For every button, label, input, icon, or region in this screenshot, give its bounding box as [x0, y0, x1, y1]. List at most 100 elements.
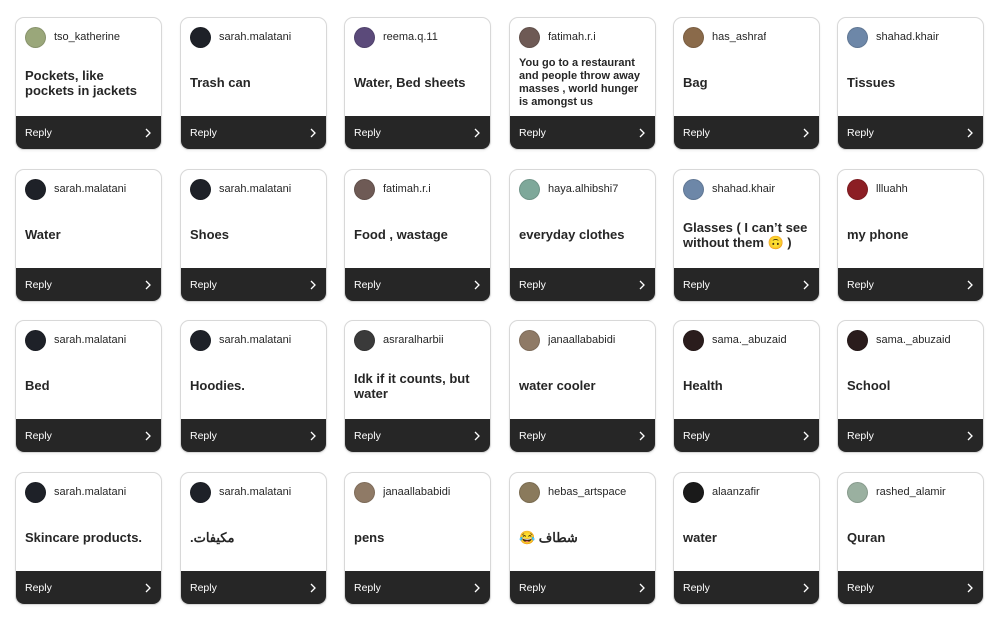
username[interactable]: janaallababidi [548, 334, 615, 346]
reply-button[interactable]: Reply [674, 268, 819, 301]
response-card: reema.q.11 Water, Bed sheets Reply [344, 17, 491, 150]
username[interactable]: tso_katherine [54, 31, 120, 43]
username[interactable]: sama._abuzaid [712, 334, 787, 346]
username[interactable]: sama._abuzaid [876, 334, 951, 346]
username[interactable]: sarah.malatani [219, 486, 291, 498]
reply-button[interactable]: Reply [345, 571, 490, 604]
chevron-right-icon [145, 583, 151, 592]
reply-button[interactable]: Reply [674, 419, 819, 452]
avatar[interactable] [683, 26, 704, 48]
reply-button[interactable]: Reply [838, 571, 983, 604]
avatar[interactable] [683, 178, 704, 200]
response-card: tso_katherine Pockets, like pockets in ja… [15, 17, 162, 150]
avatar[interactable] [847, 178, 868, 200]
reply-button[interactable]: Reply [345, 268, 490, 301]
reply-button[interactable]: Reply [674, 571, 819, 604]
chevron-right-icon [310, 583, 316, 592]
username[interactable]: reema.q.11 [383, 31, 438, 43]
card-header: fatimah.r.i [354, 178, 484, 200]
answer-text: everyday clothes [519, 227, 625, 242]
avatar[interactable] [519, 329, 540, 351]
chevron-right-icon [474, 280, 480, 289]
avatar[interactable] [847, 26, 868, 48]
reply-button[interactable]: Reply [838, 268, 983, 301]
reply-label: Reply [847, 581, 874, 594]
avatar[interactable] [354, 481, 375, 503]
avatar[interactable] [354, 329, 375, 351]
response-card: llluahh my phone Reply [837, 169, 984, 302]
card-header: sarah.malatani [25, 178, 155, 200]
username[interactable]: sarah.malatani [54, 334, 126, 346]
card-header: shahad.khair [847, 26, 977, 48]
avatar[interactable] [519, 481, 540, 503]
reply-label: Reply [354, 278, 381, 291]
chevron-right-icon [967, 583, 973, 592]
avatar[interactable] [25, 178, 46, 200]
chevron-right-icon [310, 280, 316, 289]
reply-button[interactable]: Reply [16, 268, 161, 301]
answer-text: You go to a restaurant and people throw … [519, 56, 641, 108]
avatar[interactable] [190, 26, 211, 48]
response-card: shahad.khair Glasses ( I can’t see withou… [673, 169, 820, 302]
reply-button[interactable]: Reply [181, 268, 326, 301]
username[interactable]: sarah.malatani [219, 334, 291, 346]
reply-button[interactable]: Reply [181, 571, 326, 604]
avatar[interactable] [25, 26, 46, 48]
reply-button[interactable]: Reply [510, 116, 655, 149]
username[interactable]: asraralharbii [383, 334, 444, 346]
card-header: sarah.malatani [190, 329, 320, 351]
reply-button[interactable]: Reply [510, 571, 655, 604]
reply-button[interactable]: Reply [16, 116, 161, 149]
username[interactable]: llluahh [876, 183, 908, 195]
username[interactable]: shahad.khair [876, 31, 939, 43]
avatar[interactable] [25, 481, 46, 503]
avatar[interactable] [847, 329, 868, 351]
avatar[interactable] [683, 481, 704, 503]
username[interactable]: shahad.khair [712, 183, 775, 195]
username[interactable]: fatimah.r.i [548, 31, 596, 43]
username[interactable]: hebas_artspace [548, 486, 626, 498]
avatar[interactable] [354, 26, 375, 48]
reply-button[interactable]: Reply [345, 116, 490, 149]
reply-label: Reply [519, 581, 546, 594]
answer-text: Shoes [190, 227, 230, 242]
reply-button[interactable]: Reply [181, 116, 326, 149]
reply-button[interactable]: Reply [838, 116, 983, 149]
reply-label: Reply [354, 581, 381, 594]
username[interactable]: haya.alhibshi7 [548, 183, 618, 195]
username[interactable]: has_ashraf [712, 31, 766, 43]
username[interactable]: rashed_alamir [876, 486, 946, 498]
username[interactable]: sarah.malatani [54, 486, 126, 498]
username[interactable]: sarah.malatani [219, 31, 291, 43]
answer-text: Bag [683, 75, 708, 90]
avatar[interactable] [847, 481, 868, 503]
avatar[interactable] [190, 329, 211, 351]
username[interactable]: sarah.malatani [54, 183, 126, 195]
card-header: has_ashraf [683, 26, 813, 48]
reply-button[interactable]: Reply [181, 419, 326, 452]
reply-button[interactable]: Reply [16, 419, 161, 452]
reply-button[interactable]: Reply [16, 571, 161, 604]
card-header: asraralharbii [354, 329, 484, 351]
reply-button[interactable]: Reply [510, 268, 655, 301]
avatar[interactable] [519, 26, 540, 48]
answer-text: water cooler [519, 378, 596, 393]
avatar[interactable] [25, 329, 46, 351]
chevron-right-icon [310, 128, 316, 137]
username[interactable]: fatimah.r.i [383, 183, 431, 195]
chevron-right-icon [639, 128, 645, 137]
avatar[interactable] [190, 481, 211, 503]
reply-button[interactable]: Reply [345, 419, 490, 452]
reply-button[interactable]: Reply [674, 116, 819, 149]
avatar[interactable] [190, 178, 211, 200]
username[interactable]: alaanzafir [712, 486, 760, 498]
reply-label: Reply [190, 278, 217, 291]
response-card: janaallababidi water cooler Reply [509, 320, 656, 453]
avatar[interactable] [683, 329, 704, 351]
reply-button[interactable]: Reply [510, 419, 655, 452]
username[interactable]: janaallababidi [383, 486, 450, 498]
username[interactable]: sarah.malatani [219, 183, 291, 195]
avatar[interactable] [354, 178, 375, 200]
avatar[interactable] [519, 178, 540, 200]
reply-button[interactable]: Reply [838, 419, 983, 452]
